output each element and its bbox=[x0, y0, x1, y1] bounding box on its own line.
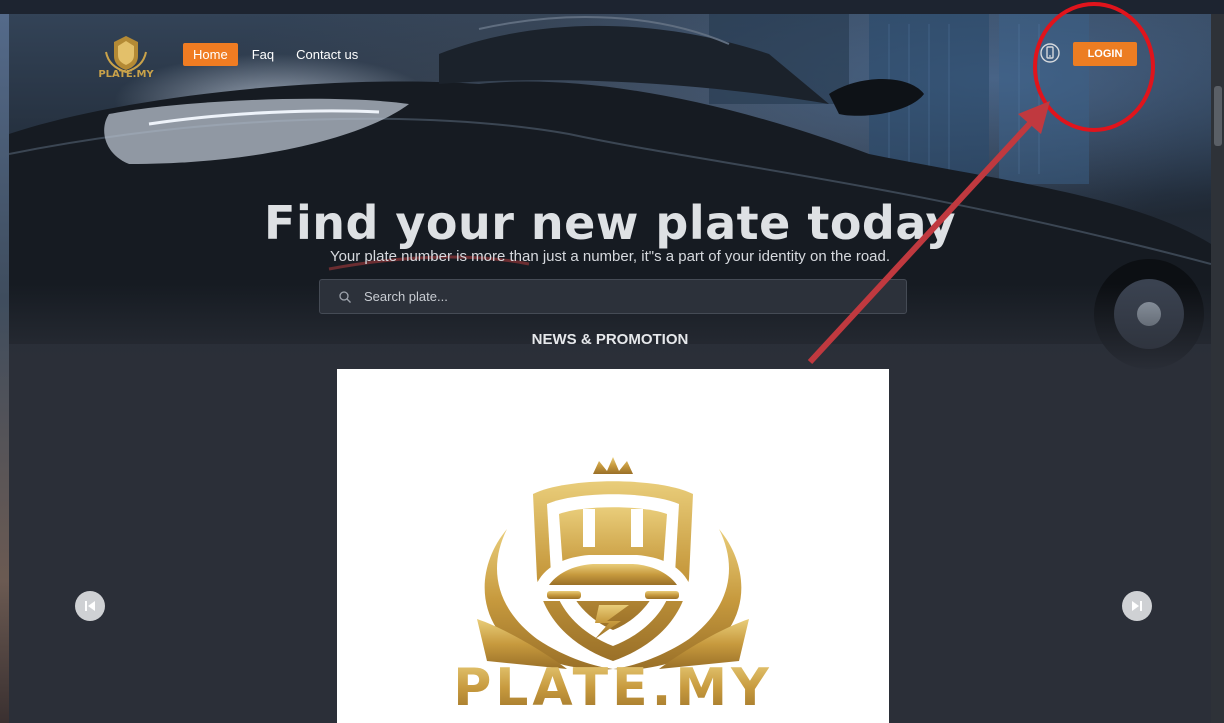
promotion-slide[interactable]: PLATE.MY bbox=[337, 369, 889, 723]
browser-top-strip bbox=[0, 0, 1224, 14]
site-logo[interactable]: PLATE.MY bbox=[84, 32, 168, 78]
carousel-prev-button[interactable] bbox=[75, 591, 105, 621]
carousel-next-button[interactable] bbox=[1122, 591, 1152, 621]
skip-next-icon bbox=[1132, 601, 1142, 611]
main-nav: Home Faq Contact us bbox=[183, 43, 366, 66]
slide-logo-text: PLATE.MY bbox=[453, 658, 773, 718]
nav-item-contact-us[interactable]: Contact us bbox=[288, 43, 366, 66]
web-page: PLATE.MY Home Faq Contact us LOGIN Find … bbox=[9, 14, 1211, 723]
hero-title: Find your new plate today bbox=[264, 196, 956, 250]
search-input[interactable] bbox=[362, 288, 866, 305]
scrollbar-track[interactable] bbox=[1211, 14, 1224, 723]
nav-item-faq[interactable]: Faq bbox=[244, 43, 282, 66]
mobile-phone-icon[interactable] bbox=[1040, 42, 1060, 64]
nav-item-home[interactable]: Home bbox=[183, 43, 238, 66]
desktop-left-edge bbox=[0, 14, 9, 723]
news-promotion-heading: NEWS & PROMOTION bbox=[531, 331, 689, 348]
hero-banner bbox=[9, 14, 1211, 374]
login-button[interactable]: LOGIN bbox=[1073, 42, 1137, 66]
skip-previous-icon bbox=[85, 601, 95, 611]
plate-my-logo-image: PLATE.MY bbox=[453, 457, 773, 718]
logo-text: PLATE.MY bbox=[98, 69, 154, 78]
scrollbar-thumb[interactable] bbox=[1214, 86, 1222, 146]
hero-subtitle: Your plate number is more than just a nu… bbox=[329, 248, 891, 265]
search-bar[interactable] bbox=[319, 279, 907, 314]
search-icon bbox=[339, 290, 351, 303]
